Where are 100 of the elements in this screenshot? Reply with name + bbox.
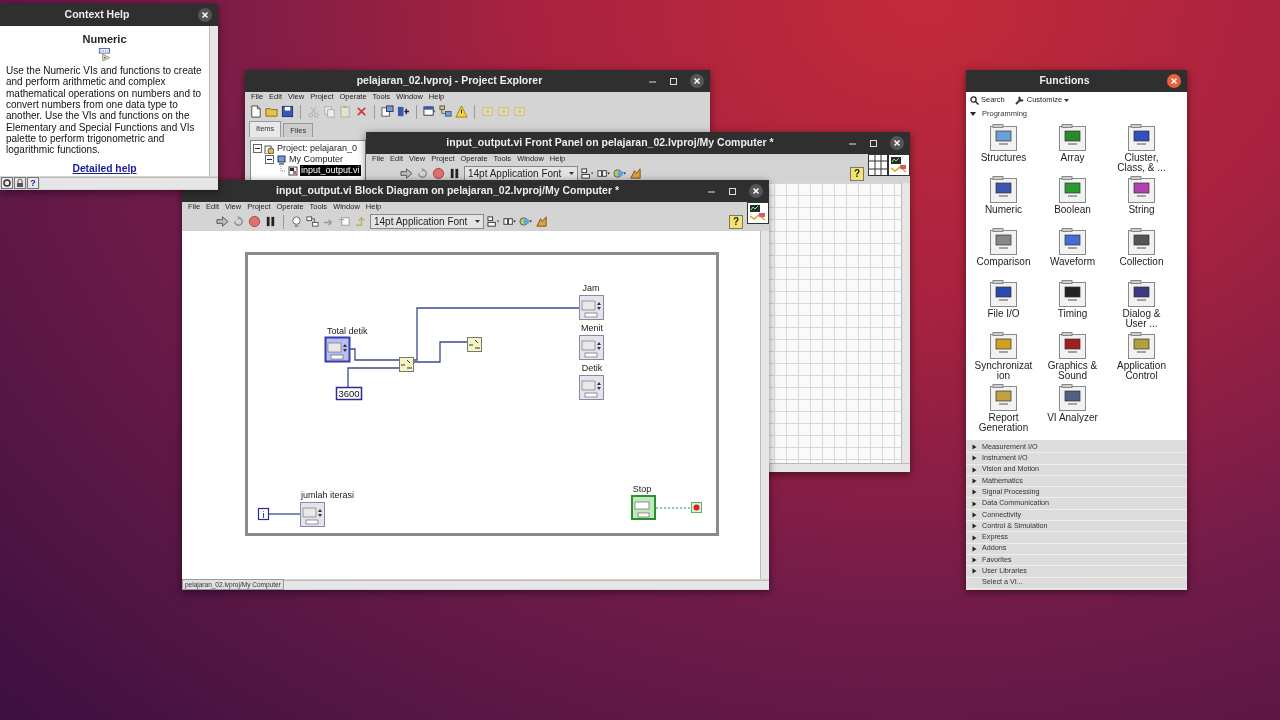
- wire: [349, 348, 400, 361]
- expand-box-icon[interactable]: [265, 155, 274, 165]
- close-button[interactable]: [690, 74, 704, 88]
- numeric-indicator-terminal: [579, 375, 604, 400]
- vi-icon[interactable]: [747, 202, 769, 224]
- build-icon[interactable]: [381, 105, 394, 118]
- wrench-icon: [1014, 95, 1025, 105]
- clean-up-icon[interactable]: [535, 215, 549, 228]
- maximize-button[interactable]: [728, 186, 737, 196]
- palette-item-label[interactable]: Application Control: [1112, 361, 1171, 381]
- scrollbar[interactable]: [209, 26, 218, 176]
- close-button[interactable]: [1167, 74, 1181, 88]
- function-palette-icon[interactable]: [990, 176, 1017, 203]
- close-button[interactable]: [890, 136, 904, 150]
- close-button[interactable]: [198, 8, 212, 22]
- expand-arrow-icon[interactable]: [972, 455, 977, 462]
- retain-values-icon[interactable]: [306, 215, 319, 228]
- expand-arrow-icon[interactable]: [972, 511, 977, 518]
- function-palette-icon[interactable]: [1059, 384, 1086, 411]
- abort-icon[interactable]: [432, 167, 445, 180]
- distribute-objects-icon[interactable]: [503, 215, 517, 228]
- abort-icon[interactable]: [248, 215, 261, 228]
- expand-arrow-icon[interactable]: [972, 478, 977, 485]
- window-title: pelajaran_02.lvproj - Project Explorer: [355, 73, 544, 89]
- maximize-button[interactable]: [869, 138, 878, 148]
- pause-icon[interactable]: [264, 215, 277, 228]
- function-palette-icon[interactable]: [1128, 124, 1155, 151]
- palette-item-label[interactable]: File I/O: [974, 309, 1033, 319]
- expand-arrow-icon[interactable]: [972, 523, 977, 530]
- palette-item-label[interactable]: Cluster, Class, & ...: [1112, 153, 1171, 173]
- close-button[interactable]: [749, 184, 763, 198]
- expand-arrow-icon[interactable]: [972, 500, 977, 507]
- delete-icon[interactable]: [355, 105, 368, 118]
- palette-item-label[interactable]: Numeric: [974, 205, 1033, 215]
- gear-icon[interactable]: [1, 177, 13, 189]
- tree-item[interactable]: input_output.vi: [300, 165, 361, 177]
- help-button[interactable]: ?: [27, 177, 39, 189]
- palette-item-label[interactable]: Waveform: [1043, 257, 1102, 267]
- new-file-icon[interactable]: [249, 105, 262, 118]
- build-spec-icon[interactable]: [397, 105, 410, 118]
- palette-item-label[interactable]: Report Generation: [974, 413, 1033, 433]
- function-palette-icon[interactable]: [1128, 228, 1155, 255]
- scrollbar[interactable]: [283, 580, 769, 589]
- help-description: Use the Numeric VIs and functions to create and perform arithmetic and complex mathematical operations on numbers and to convert numbers from one data type to another. Use the VIs and functions on the Elementary and Special Functions and VIs palette to perform trigonometric and logarithmic functions.: [6, 65, 203, 156]
- scrollbar[interactable]: [770, 463, 910, 472]
- window-icon[interactable]: [423, 105, 436, 118]
- function-palette-icon[interactable]: [1059, 332, 1086, 359]
- palette-item-label[interactable]: Comparison: [974, 257, 1033, 267]
- light-bulb-icon[interactable]: [290, 215, 303, 228]
- detailed-help-link[interactable]: Detailed help: [72, 160, 137, 176]
- expand-arrow-icon[interactable]: [972, 534, 977, 541]
- align-objects-icon[interactable]: [581, 167, 595, 180]
- save-icon[interactable]: [281, 105, 294, 118]
- palette-item-label[interactable]: Boolean: [1043, 205, 1102, 215]
- font-dropdown[interactable]: 14pt Application Font: [370, 214, 485, 229]
- run-arrow-icon[interactable]: [400, 167, 413, 180]
- run-arrow-icon[interactable]: [216, 215, 229, 228]
- lock-icon[interactable]: [14, 177, 26, 189]
- tree-item[interactable]: My Computer: [288, 154, 344, 166]
- palette-item-label[interactable]: Dialog & User ...: [1112, 309, 1171, 329]
- help-button[interactable]: ?: [850, 166, 864, 181]
- numeric-indicator-terminal: [579, 335, 604, 360]
- vi-icon[interactable]: [888, 154, 910, 176]
- palette-item-label[interactable]: Array: [1043, 153, 1102, 163]
- function-palette-icon[interactable]: [1059, 228, 1086, 255]
- expand-arrow-icon[interactable]: [972, 466, 977, 473]
- expand-arrow-icon[interactable]: [972, 557, 977, 564]
- scrollbar[interactable]: [40, 177, 218, 189]
- expand-arrow-icon[interactable]: [972, 545, 977, 552]
- function-palette-icon[interactable]: [1128, 280, 1155, 307]
- function-palette-icon[interactable]: [990, 280, 1017, 307]
- quotient-remainder-node: [399, 357, 414, 372]
- expand-arrow-icon[interactable]: [972, 489, 977, 496]
- palette-item-label[interactable]: Timing: [1043, 309, 1102, 319]
- tree-item[interactable]: Project: pelajaran_0: [276, 143, 359, 155]
- function-palette-icon[interactable]: [1128, 176, 1155, 203]
- palette-item-label[interactable]: Synchronization: [974, 361, 1033, 381]
- reorder-icon[interactable]: [519, 215, 533, 228]
- expand-arrow-icon[interactable]: [972, 568, 977, 575]
- align-objects-icon[interactable]: [487, 215, 501, 228]
- connector-pane-icon[interactable]: [868, 154, 888, 176]
- expand-arrow-icon[interactable]: [970, 111, 976, 117]
- scrollbar[interactable]: [901, 183, 910, 463]
- palette-item-label[interactable]: Structures: [974, 153, 1033, 163]
- distribute-objects-icon[interactable]: [597, 167, 611, 180]
- palette-item-label[interactable]: String: [1112, 205, 1171, 215]
- terminal-label: Total detik: [327, 326, 368, 336]
- expand-box-icon[interactable]: [253, 144, 262, 154]
- scrollbar[interactable]: [760, 231, 769, 579]
- maximize-button[interactable]: [669, 76, 678, 86]
- help-button[interactable]: ?: [729, 214, 743, 229]
- function-palette-icon[interactable]: [1059, 124, 1086, 151]
- palette-item-label[interactable]: VI Analyzer: [1043, 413, 1102, 423]
- expand-arrow-icon[interactable]: [972, 444, 977, 451]
- reorder-icon[interactable]: [613, 167, 627, 180]
- hierarchy-icon[interactable]: [439, 105, 452, 118]
- pause-icon[interactable]: [448, 167, 461, 180]
- function-palette-icon[interactable]: [1059, 280, 1086, 307]
- palette-item-label[interactable]: Graphics & Sound: [1043, 361, 1102, 381]
- palette-item-label[interactable]: Collection: [1112, 257, 1171, 267]
